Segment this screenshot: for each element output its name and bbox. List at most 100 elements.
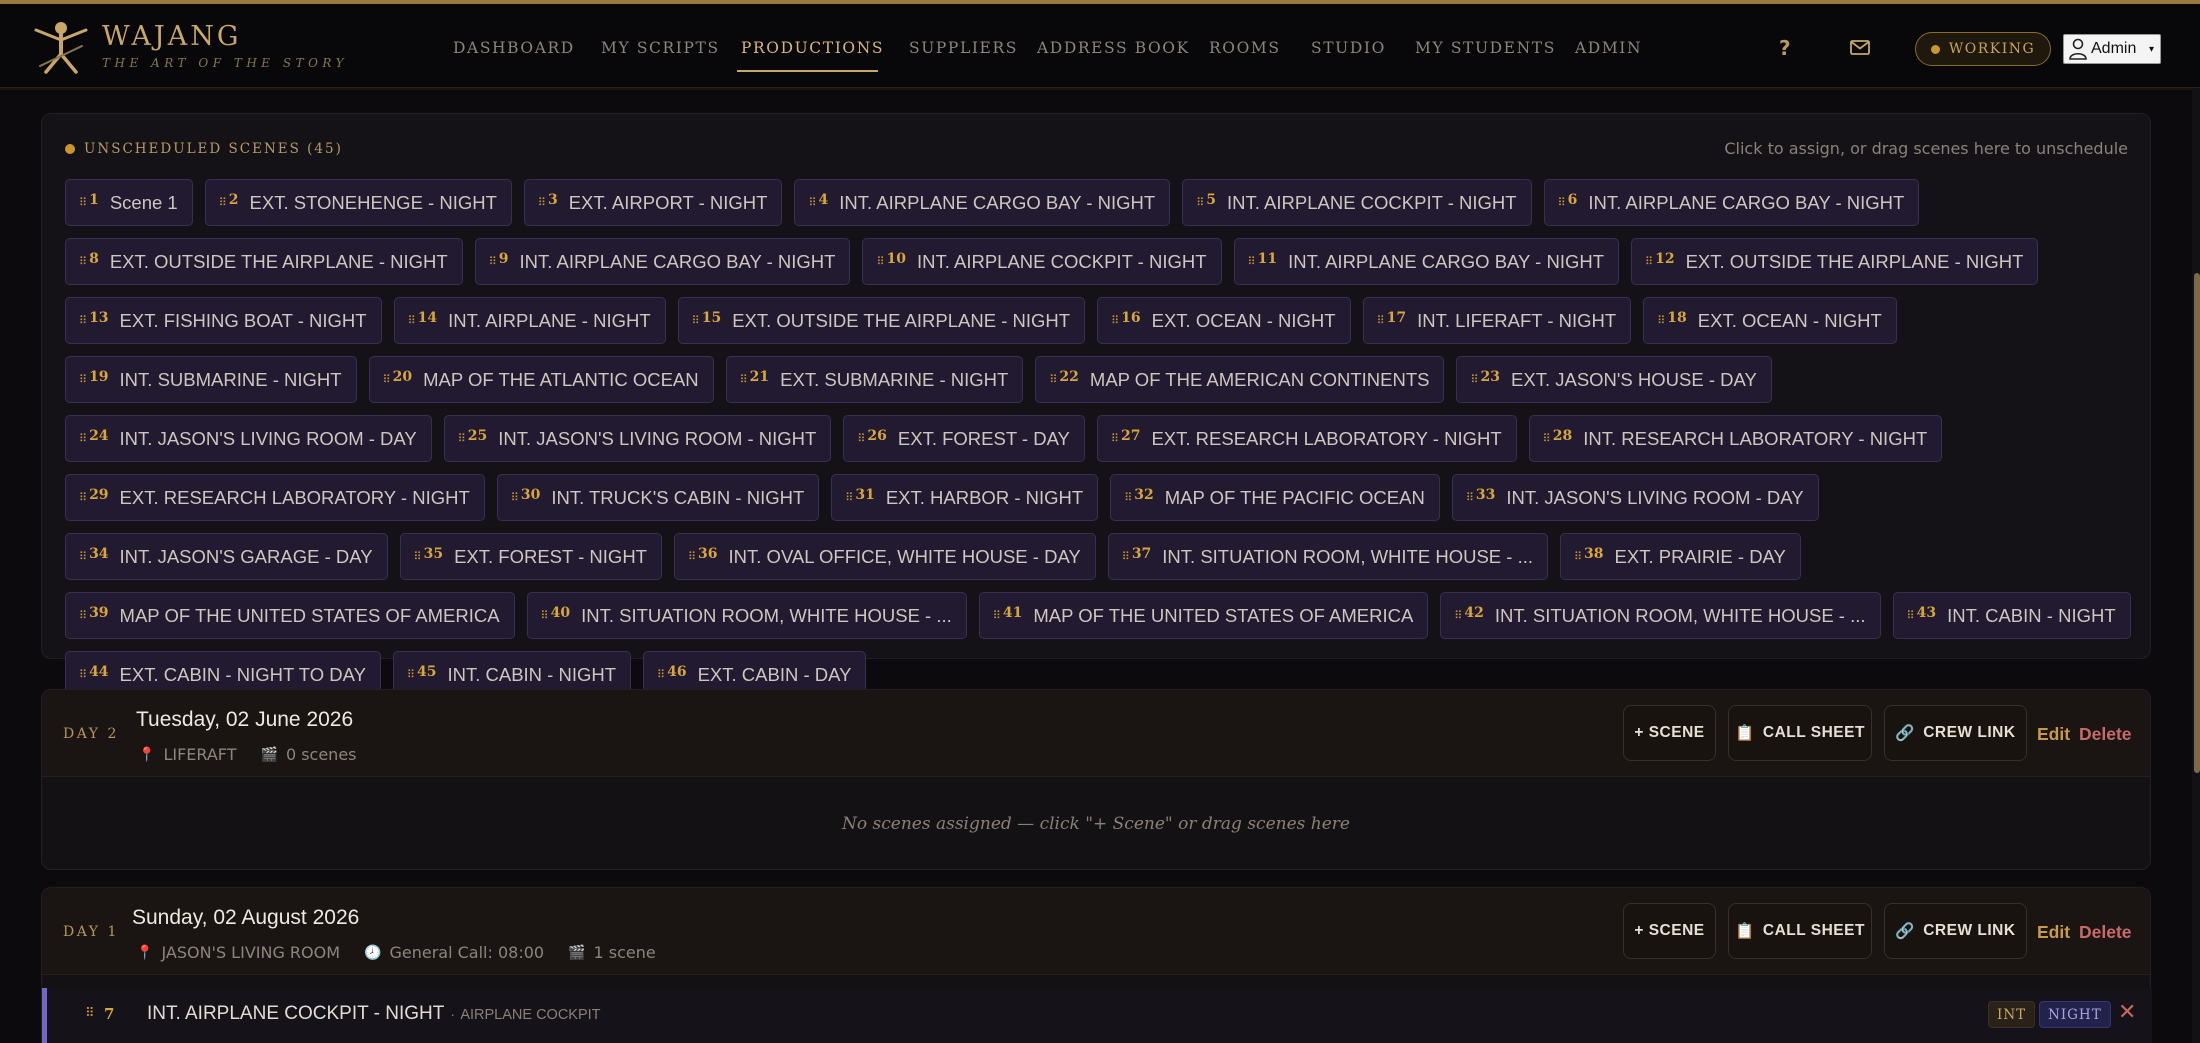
unscheduled-scenes-panel[interactable]: UNSCHEDULED SCENES (45) Click to assign,…	[41, 113, 2151, 698]
scene-chip[interactable]: ⠿ 37 INT. SITUATION ROOM, WHITE HOUSE - ..…	[1107, 533, 1548, 580]
drag-handle-icon[interactable]: ⠿	[458, 432, 466, 445]
scene-chip[interactable]: ⠿ 28 INT. RESEARCH LABORATORY - NIGHT	[1528, 415, 1943, 462]
scene-chip[interactable]: ⠿ 15 EXT. OUTSIDE THE AIRPLANE - NIGHT	[677, 297, 1086, 344]
scene-chip[interactable]: ⠿ 17 INT. LIFERAFT - NIGHT	[1362, 297, 1632, 344]
scene-chip[interactable]: ⠿ 38 EXT. PRAIRIE - DAY	[1559, 533, 1801, 580]
drag-handle-icon[interactable]: ⠿	[79, 314, 87, 327]
drag-handle-icon[interactable]: ⠿	[1645, 255, 1653, 268]
scene-chip[interactable]: ⠿ 30 INT. TRUCK'S CABIN - NIGHT	[496, 474, 820, 521]
drag-handle-icon[interactable]: ⠿	[414, 550, 422, 563]
drag-handle-icon[interactable]: ⠿	[79, 196, 87, 209]
scene-chip[interactable]: ⠿ 12 EXT. OUTSIDE THE AIRPLANE - NIGHT	[1631, 238, 2039, 285]
call-sheet-button[interactable]: 📋 CALL SHEET	[1728, 903, 1872, 959]
nav-productions[interactable]: PRODUCTIONS	[741, 39, 884, 57]
drag-handle-icon[interactable]: ⠿	[1543, 432, 1551, 445]
drag-handle-icon[interactable]: ⠿	[808, 196, 816, 209]
nav-my-scripts[interactable]: MY SCRIPTS	[601, 39, 720, 57]
scene-chip[interactable]: ⠿ 6 INT. AIRPLANE CARGO BAY - NIGHT	[1543, 179, 1920, 226]
scene-chip[interactable]: ⠿ 26 EXT. FOREST - DAY	[843, 415, 1085, 462]
help-icon[interactable]: ?	[1779, 36, 1791, 60]
delete-day-link[interactable]: Delete	[2079, 922, 2132, 943]
scene-chip[interactable]: ⠿ 8 EXT. OUTSIDE THE AIRPLANE - NIGHT	[65, 238, 463, 285]
drag-handle-icon[interactable]: ⠿	[79, 255, 87, 268]
remove-scene-icon[interactable]: ✕	[2118, 1000, 2136, 1025]
drag-handle-icon[interactable]: ⠿	[688, 550, 696, 563]
drag-handle-icon[interactable]: ⠿	[1122, 550, 1130, 563]
drag-handle-icon[interactable]: ⠿	[1377, 314, 1385, 327]
drag-handle-icon[interactable]: ⠿	[1248, 255, 1256, 268]
crew-link-button[interactable]: 🔗 CREW LINK	[1884, 705, 2027, 761]
scheduled-scene-row[interactable]: ⠿ 7 INT. AIRPLANE COCKPIT - NIGHT · AIRPL…	[42, 988, 2152, 1043]
drag-handle-icon[interactable]: ⠿	[1124, 491, 1132, 504]
scene-chip[interactable]: ⠿ 11 INT. AIRPLANE CARGO BAY - NIGHT	[1233, 238, 1620, 285]
drag-handle-icon[interactable]: ⠿	[79, 373, 87, 386]
scene-chip[interactable]: ⠿ 22 MAP OF THE AMERICAN CONTINENTS	[1035, 356, 1445, 403]
nav-address-book[interactable]: ADDRESS BOOK	[1037, 39, 1190, 57]
scene-chip[interactable]: ⠿ 19 INT. SUBMARINE - NIGHT	[65, 356, 357, 403]
scene-chip[interactable]: ⠿ 40 INT. SITUATION ROOM, WHITE HOUSE - ..…	[526, 592, 967, 639]
scene-chip[interactable]: ⠿ 14 INT. AIRPLANE - NIGHT	[393, 297, 666, 344]
drag-handle-icon[interactable]: ⠿	[408, 314, 416, 327]
scene-chip[interactable]: ⠿ 1 Scene 1	[65, 179, 193, 226]
nav-studio[interactable]: STUDIO	[1311, 39, 1386, 57]
scene-chip[interactable]: ⠿ 20 MAP OF THE ATLANTIC OCEAN	[368, 356, 714, 403]
drag-handle-icon[interactable]: ⠿	[489, 255, 497, 268]
drag-handle-icon[interactable]: ⠿	[79, 432, 87, 445]
scene-chip[interactable]: ⠿ 24 INT. JASON'S LIVING ROOM - DAY	[65, 415, 432, 462]
add-scene-button[interactable]: + SCENE	[1623, 705, 1716, 761]
crew-link-button[interactable]: 🔗 CREW LINK	[1884, 903, 2027, 959]
nav-suppliers[interactable]: SUPPLIERS	[909, 39, 1018, 57]
add-scene-button[interactable]: + SCENE	[1623, 903, 1716, 959]
drag-handle-icon[interactable]: ⠿	[1196, 196, 1204, 209]
nav-rooms[interactable]: ROOMS	[1209, 39, 1281, 57]
working-status-button[interactable]: WORKING	[1915, 32, 2051, 66]
drag-handle-icon[interactable]: ⠿	[1111, 432, 1119, 445]
drag-handle-icon[interactable]: ⠿	[857, 432, 865, 445]
scene-chip[interactable]: ⠿ 35 EXT. FOREST - NIGHT	[399, 533, 662, 580]
drag-handle-icon[interactable]: ⠿	[1466, 491, 1474, 504]
drag-handle-icon[interactable]: ⠿	[1558, 196, 1566, 209]
drag-handle-icon[interactable]: ⠿	[1454, 609, 1462, 622]
drag-handle-icon[interactable]: ⠿	[85, 1006, 94, 1021]
drag-handle-icon[interactable]: ⠿	[993, 609, 1001, 622]
drag-handle-icon[interactable]: ⠿	[407, 668, 415, 681]
call-sheet-button[interactable]: 📋 CALL SHEET	[1728, 705, 1872, 761]
scene-chip[interactable]: ⠿ 31 EXT. HARBOR - NIGHT	[831, 474, 1099, 521]
drag-handle-icon[interactable]: ⠿	[1470, 373, 1478, 386]
mail-icon[interactable]	[1850, 40, 1870, 55]
scene-chip[interactable]: ⠿ 21 EXT. SUBMARINE - NIGHT	[725, 356, 1024, 403]
drag-handle-icon[interactable]: ⠿	[1574, 550, 1582, 563]
scene-chip[interactable]: ⠿ 16 EXT. OCEAN - NIGHT	[1097, 297, 1351, 344]
drag-handle-icon[interactable]: ⠿	[383, 373, 391, 386]
scene-chip[interactable]: ⠿ 41 MAP OF THE UNITED STATES OF AMERICA	[978, 592, 1429, 639]
scene-chip[interactable]: ⠿ 36 INT. OVAL OFFICE, WHITE HOUSE - DAY	[673, 533, 1096, 580]
drag-handle-icon[interactable]: ⠿	[657, 668, 665, 681]
drag-handle-icon[interactable]: ⠿	[541, 609, 549, 622]
drag-handle-icon[interactable]: ⠿	[1111, 314, 1119, 327]
scene-chip[interactable]: ⠿ 4 INT. AIRPLANE CARGO BAY - NIGHT	[794, 179, 1171, 226]
nav-dashboard[interactable]: DASHBOARD	[453, 39, 575, 57]
scene-chip[interactable]: ⠿ 34 INT. JASON'S GARAGE - DAY	[65, 533, 388, 580]
scene-chip[interactable]: ⠿ 33 INT. JASON'S LIVING ROOM - DAY	[1451, 474, 1819, 521]
drag-handle-icon[interactable]: ⠿	[845, 491, 853, 504]
edit-day-link[interactable]: Edit	[2037, 724, 2070, 745]
drag-handle-icon[interactable]: ⠿	[79, 491, 87, 504]
scene-chip[interactable]: ⠿ 3 EXT. AIRPORT - NIGHT	[523, 179, 783, 226]
drag-handle-icon[interactable]: ⠿	[1907, 609, 1915, 622]
scene-chip[interactable]: ⠿ 42 INT. SITUATION ROOM, WHITE HOUSE - ..…	[1440, 592, 1881, 639]
scene-chip[interactable]: ⠿ 43 INT. CABIN - NIGHT	[1892, 592, 2131, 639]
drag-handle-icon[interactable]: ⠿	[79, 609, 87, 622]
drag-handle-icon[interactable]: ⠿	[219, 196, 227, 209]
user-menu-button[interactable]: Admin ▾	[2063, 34, 2161, 64]
scene-chip[interactable]: ⠿ 9 INT. AIRPLANE CARGO BAY - NIGHT	[474, 238, 851, 285]
drag-handle-icon[interactable]: ⠿	[511, 491, 519, 504]
drag-handle-icon[interactable]: ⠿	[692, 314, 700, 327]
scene-chip[interactable]: ⠿ 2 EXT. STONEHENGE - NIGHT	[204, 179, 512, 226]
drag-handle-icon[interactable]: ⠿	[79, 668, 87, 681]
scene-chip[interactable]: ⠿ 13 EXT. FISHING BOAT - NIGHT	[65, 297, 382, 344]
scene-chip[interactable]: ⠿ 39 MAP OF THE UNITED STATES OF AMERICA	[65, 592, 515, 639]
drag-handle-icon[interactable]: ⠿	[538, 196, 546, 209]
delete-day-link[interactable]: Delete	[2079, 724, 2132, 745]
scene-chip[interactable]: ⠿ 29 EXT. RESEARCH LABORATORY - NIGHT	[65, 474, 485, 521]
drag-handle-icon[interactable]: ⠿	[876, 255, 884, 268]
